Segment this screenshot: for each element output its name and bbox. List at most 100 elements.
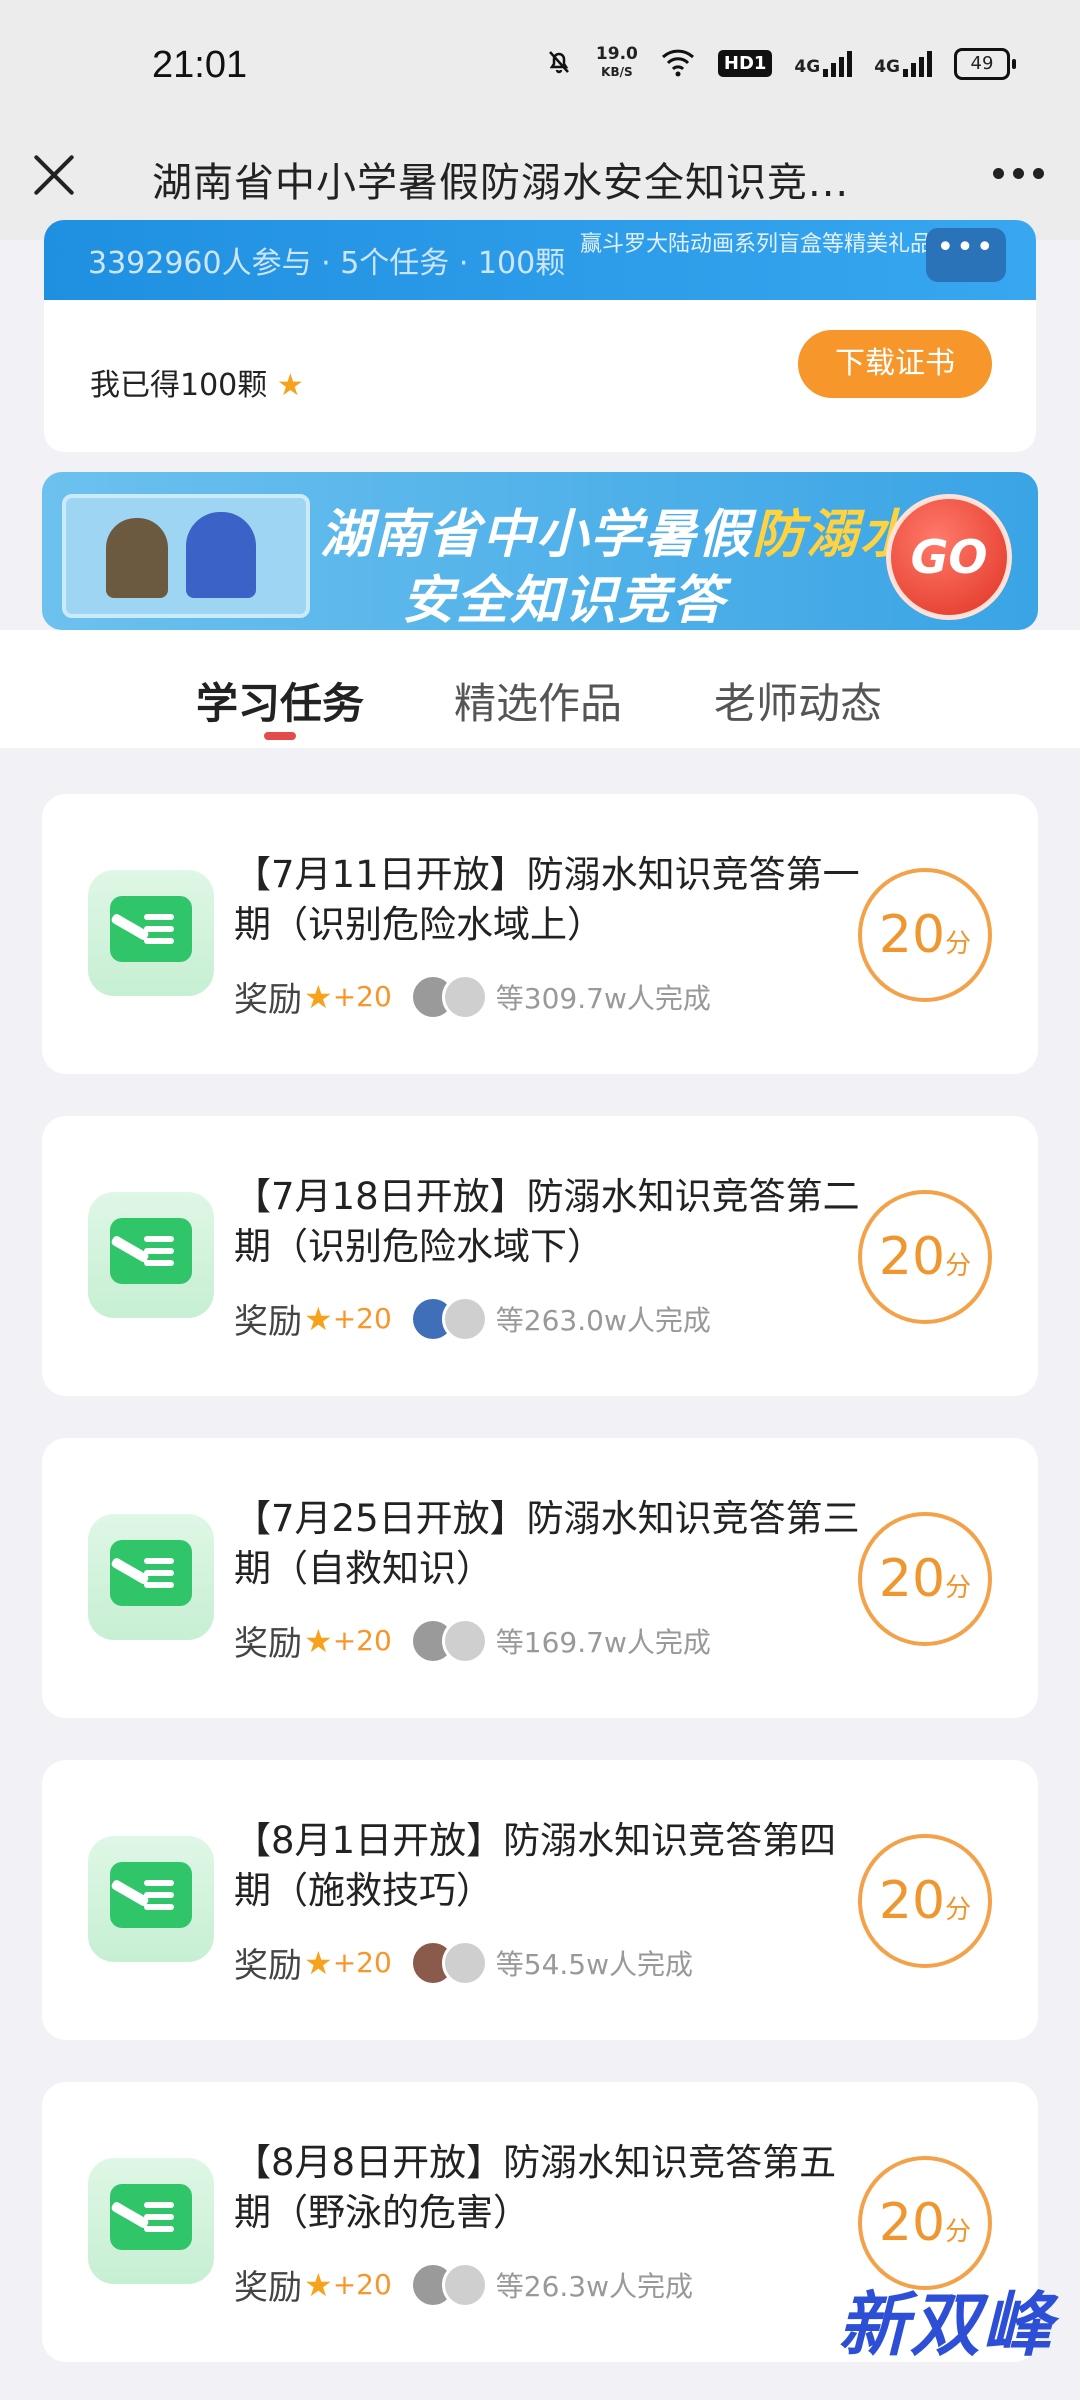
status-time: 21:01: [152, 44, 248, 86]
avatar-group: [409, 1617, 488, 1664]
task-title: 【8月1日开放】防溺水知识竞答第四期（施救技巧）: [234, 1819, 837, 1912]
avatar-group: [409, 1939, 488, 1986]
quiz-banner[interactable]: 湖南省中小学暑假防溺水 安全知识竞答 GO: [42, 472, 1038, 630]
strip-more-button[interactable]: •••: [926, 228, 1006, 282]
reward-label: 奖励: [234, 980, 302, 1020]
avatar-group: [409, 1295, 488, 1342]
avatar: [441, 2261, 488, 2308]
earned-label: 我已得100颗: [90, 368, 268, 403]
score-value: 20: [878, 905, 946, 965]
task-icon: [88, 2158, 214, 2284]
task-card[interactable]: 【7月25日开放】防溺水知识竞答第三期（自救知识） 奖励 ★ +20 等169.7w人…: [42, 1438, 1038, 1718]
score-value: 20: [878, 1227, 946, 1287]
avatar: [441, 1295, 488, 1342]
avatar: [441, 973, 488, 1020]
tab-bar: 学习任务 精选作品 老师动态: [0, 630, 1080, 748]
task-title: 【7月11日开放】防溺水知识竞答第一期（识别危险水域上）: [234, 853, 860, 946]
task-icon: [88, 870, 214, 996]
download-certificate-button[interactable]: 下载证书: [798, 330, 992, 398]
completed-count: 等54.5w人完成: [495, 1947, 694, 1981]
net-speed-unit: KB/S: [601, 65, 633, 79]
star-icon: ★: [304, 2265, 333, 2304]
score-badge: 20分: [858, 1190, 992, 1324]
task-card[interactable]: 【7月18日开放】防溺水知识竞答第二期（识别危险水域下） 奖励 ★ +20 等263.…: [42, 1116, 1038, 1396]
completed-count: 等26.3w人完成: [495, 2269, 694, 2303]
score-value: 20: [878, 1549, 946, 1609]
battery-icon: 49: [954, 47, 1016, 80]
task-reward: 奖励 ★ +20 等169.7w人完成: [234, 1616, 711, 1665]
reward-value: +20: [332, 1302, 392, 1335]
completed-count: 等169.7w人完成: [495, 1625, 711, 1659]
hd-badge: HD1: [717, 50, 773, 77]
task-icon: [88, 1192, 214, 1318]
star-icon: ★: [304, 1299, 333, 1338]
tab-study-tasks[interactable]: 学习任务: [196, 670, 364, 731]
task-icon: [88, 1836, 214, 1962]
score-badge: 20分: [858, 1512, 992, 1646]
banner-title-line1: 湖南省中小学暑假防溺水: [320, 492, 914, 567]
score-unit: 分: [945, 929, 972, 959]
tab-featured-works[interactable]: 精选作品: [454, 670, 622, 731]
participant-stats: 3392960人参与 · 5个任务 · 100颗: [88, 246, 566, 281]
net-speed-value: 19.0: [595, 44, 638, 64]
watermark-logo: 新双峰: [838, 2284, 1054, 2366]
reward-label: 奖励: [234, 1624, 302, 1664]
prize-promo: 赢斗罗大陆动画系列盲盒等精美礼品: [580, 232, 933, 257]
task-card[interactable]: 【8月1日开放】防溺水知识竞答第四期（施救技巧） 奖励 ★ +20 等54.5w人完成…: [42, 1760, 1038, 2040]
close-icon[interactable]: [32, 152, 76, 196]
summary-card: 3392960人参与 · 5个任务 · 100颗 赢斗罗大陆动画系列盲盒等精美礼…: [44, 220, 1036, 452]
avatar: [441, 1617, 488, 1664]
task-reward: 奖励 ★ +20 等26.3w人完成: [234, 2260, 693, 2309]
avatar-group: [409, 2261, 488, 2308]
completed-count: 等263.0w人完成: [495, 1303, 711, 1337]
reward-value: +20: [332, 1624, 392, 1657]
status-bar: 21:01 19.0 KB/S HD1 4G 4G 49: [0, 0, 1080, 130]
score-badge: 20分: [858, 868, 992, 1002]
signal-2-label: 4G: [874, 56, 900, 77]
score-unit: 分: [945, 2217, 972, 2247]
task-reward: 奖励 ★ +20 等263.0w人完成: [234, 1294, 711, 1343]
more-icon[interactable]: [993, 168, 1044, 179]
score-value: 20: [878, 1871, 946, 1931]
reward-label: 奖励: [234, 1302, 302, 1342]
star-icon: ★: [276, 368, 304, 403]
avatar-group: [409, 973, 488, 1020]
reward-value: +20: [332, 980, 392, 1013]
task-card[interactable]: 【7月11日开放】防溺水知识竞答第一期（识别危险水域上） 奖励 ★ +20 等309.…: [42, 794, 1038, 1074]
earned-stars: 我已得100颗 ★: [90, 360, 304, 404]
completed-count: 等309.7w人完成: [495, 981, 711, 1015]
tab-teacher-updates[interactable]: 老师动态: [714, 670, 882, 731]
score-unit: 分: [945, 1895, 972, 1925]
signal-icon-2: 4G: [874, 50, 932, 77]
signal-icon: 4G: [794, 50, 853, 77]
score-value: 20: [878, 2193, 946, 2253]
task-title: 【7月18日开放】防溺水知识竞答第二期（识别危险水域下）: [234, 1175, 860, 1268]
reward-value: +20: [332, 1946, 392, 1979]
task-title: 【8月8日开放】防溺水知识竞答第五期（野泳的危害）: [234, 2141, 837, 2234]
banner-characters-image: [62, 494, 310, 618]
star-icon: ★: [304, 977, 333, 1016]
score-badge: 20分: [858, 1834, 992, 1968]
avatar: [441, 1939, 488, 1986]
task-reward: 奖励 ★ +20 等54.5w人完成: [234, 1938, 693, 1987]
banner-title-line2: 安全知识竞答: [402, 571, 727, 630]
task-icon: [88, 1514, 214, 1640]
net-speed: 19.0 KB/S: [596, 46, 638, 81]
reward-label: 奖励: [234, 2268, 302, 2308]
star-icon: ★: [304, 1943, 333, 1982]
reward-value: +20: [332, 2268, 392, 2301]
signal-1-label: 4G: [794, 56, 821, 77]
go-button[interactable]: GO: [886, 494, 1012, 620]
task-reward: 奖励 ★ +20 等309.7w人完成: [234, 972, 711, 1021]
mute-bell-icon: [544, 47, 574, 81]
star-icon: ★: [304, 1621, 333, 1660]
tab-indicator: [264, 732, 296, 740]
score-unit: 分: [945, 1251, 972, 1281]
status-icons: 19.0 KB/S HD1 4G 4G 49: [544, 46, 1016, 81]
score-unit: 分: [945, 1573, 972, 1603]
summary-strip: 3392960人参与 · 5个任务 · 100颗 赢斗罗大陆动画系列盲盒等精美礼…: [44, 220, 1036, 300]
page-title: 湖南省中小学暑假防溺水安全知识竞...: [152, 160, 850, 206]
reward-label: 奖励: [234, 1946, 302, 1986]
banner-title-a: 湖南省中小学暑假: [320, 505, 753, 565]
task-title: 【7月25日开放】防溺水知识竞答第三期（自救知识）: [234, 1497, 860, 1590]
